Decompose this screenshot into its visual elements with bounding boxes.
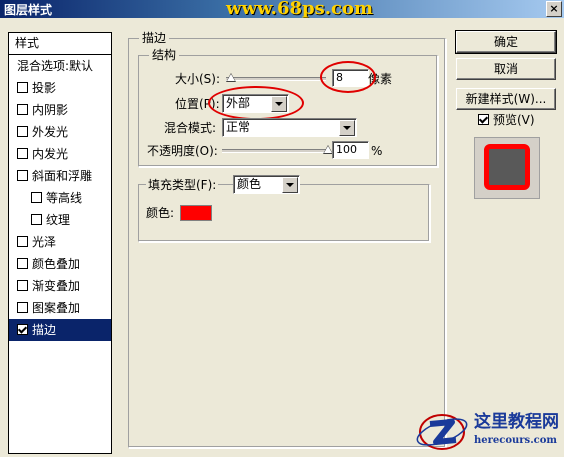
highlight-oval-size bbox=[320, 61, 376, 93]
styles-list: 样式 混合选项:默认投影内阴影外发光内发光斜面和浮雕等高线纹理光泽颜色叠加渐变叠… bbox=[8, 32, 112, 454]
style-item-10[interactable]: 渐变叠加 bbox=[9, 275, 111, 297]
logo-icon bbox=[416, 414, 468, 450]
checkbox-icon[interactable] bbox=[17, 82, 28, 93]
style-item-label: 颜色叠加 bbox=[32, 257, 81, 271]
ok-button[interactable]: 确定 bbox=[455, 30, 557, 54]
style-item-2[interactable]: 内阴影 bbox=[9, 99, 111, 121]
size-slider[interactable] bbox=[226, 77, 326, 81]
style-item-label: 图案叠加 bbox=[32, 301, 81, 315]
color-swatch[interactable] bbox=[180, 205, 212, 221]
style-item-label: 渐变叠加 bbox=[32, 279, 81, 293]
style-item-label: 斜面和浮雕 bbox=[32, 169, 93, 183]
style-item-label: 内发光 bbox=[32, 147, 69, 161]
checkbox-icon[interactable] bbox=[31, 192, 42, 203]
checkbox-icon[interactable] bbox=[31, 214, 42, 225]
style-preview bbox=[474, 137, 540, 199]
logo-text-cn: 这里教程网 bbox=[474, 412, 559, 432]
checkbox-icon[interactable] bbox=[17, 236, 28, 247]
size-label: 大小(S): bbox=[175, 72, 221, 86]
fill-type-label: 填充类型(F): bbox=[146, 177, 219, 193]
style-item-label: 内阴影 bbox=[32, 103, 69, 117]
style-item-12[interactable]: 描边 bbox=[9, 319, 111, 341]
style-item-9[interactable]: 颜色叠加 bbox=[9, 253, 111, 275]
preview-checkbox[interactable]: 预览(V) bbox=[478, 112, 535, 128]
chevron-down-icon[interactable] bbox=[282, 177, 298, 193]
site-logo: 这里教程网 herecours.com bbox=[412, 408, 564, 456]
size-slider-thumb[interactable] bbox=[226, 73, 236, 82]
checkbox-icon[interactable] bbox=[17, 258, 28, 269]
blend-mode-value: 正常 bbox=[226, 120, 251, 134]
preview-thumbnail bbox=[484, 144, 530, 190]
style-item-0[interactable]: 混合选项:默认 bbox=[9, 55, 111, 77]
opacity-input[interactable]: 100 bbox=[332, 141, 369, 159]
style-item-4[interactable]: 内发光 bbox=[9, 143, 111, 165]
checkbox-icon[interactable] bbox=[17, 324, 28, 335]
style-item-3[interactable]: 外发光 bbox=[9, 121, 111, 143]
styles-list-header[interactable]: 样式 bbox=[9, 33, 111, 55]
opacity-unit: % bbox=[371, 144, 383, 158]
style-item-6[interactable]: 等高线 bbox=[9, 187, 111, 209]
watermark: www.68ps.com bbox=[226, 0, 373, 19]
style-item-8[interactable]: 光泽 bbox=[9, 231, 111, 253]
checkbox-icon[interactable] bbox=[17, 170, 28, 181]
stroke-group-title: 描边 bbox=[139, 31, 170, 45]
checkbox-icon[interactable] bbox=[17, 104, 28, 115]
style-item-label: 等高线 bbox=[46, 191, 83, 205]
color-label: 颜色: bbox=[146, 206, 175, 220]
opacity-label: 不透明度(O): bbox=[147, 144, 218, 158]
style-item-label: 光泽 bbox=[32, 235, 57, 249]
blend-mode-select[interactable]: 正常 bbox=[222, 118, 357, 137]
blend-mode-label: 混合模式: bbox=[164, 121, 217, 135]
fill-type-select[interactable]: 颜色 bbox=[233, 175, 300, 194]
style-item-label: 投影 bbox=[32, 81, 57, 95]
opacity-slider[interactable] bbox=[222, 149, 328, 153]
style-item-label: 混合选项:默认 bbox=[17, 59, 94, 73]
checkbox-icon[interactable] bbox=[17, 302, 28, 313]
structure-group-title: 结构 bbox=[149, 48, 180, 62]
checkbox-icon[interactable] bbox=[17, 280, 28, 291]
fill-type-value: 颜色 bbox=[237, 177, 262, 191]
style-item-label: 描边 bbox=[32, 323, 57, 337]
style-item-1[interactable]: 投影 bbox=[9, 77, 111, 99]
checkbox-icon[interactable] bbox=[17, 126, 28, 137]
style-item-label: 外发光 bbox=[32, 125, 69, 139]
close-button[interactable]: × bbox=[546, 1, 562, 17]
style-item-label: 纹理 bbox=[46, 213, 71, 227]
logo-text-url: herecours.com bbox=[474, 435, 558, 446]
window-title: 图层样式 bbox=[4, 3, 53, 17]
checkbox-icon[interactable] bbox=[17, 148, 28, 159]
style-item-7[interactable]: 纹理 bbox=[9, 209, 111, 231]
cancel-button[interactable]: 取消 bbox=[456, 58, 556, 80]
highlight-oval-position bbox=[208, 86, 304, 120]
title-bar: 图层样式 www.68ps.com × bbox=[0, 0, 564, 18]
checkbox-icon[interactable] bbox=[478, 114, 489, 125]
new-style-button[interactable]: 新建样式(W)... bbox=[456, 88, 556, 110]
chevron-down-icon[interactable] bbox=[339, 120, 355, 136]
preview-label: 预览(V) bbox=[493, 113, 535, 127]
style-item-5[interactable]: 斜面和浮雕 bbox=[9, 165, 111, 187]
style-item-11[interactable]: 图案叠加 bbox=[9, 297, 111, 319]
